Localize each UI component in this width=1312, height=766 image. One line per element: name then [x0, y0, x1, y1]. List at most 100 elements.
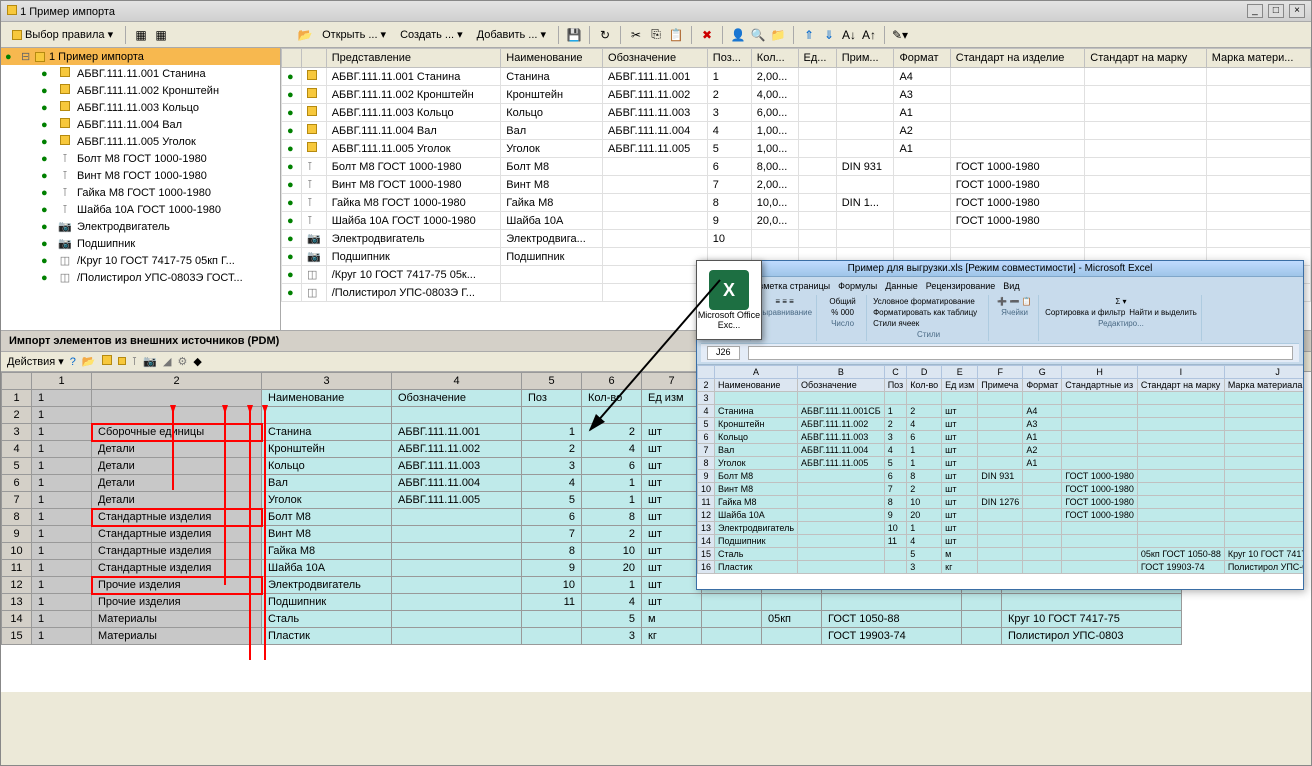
plus-icon[interactable]: ● — [41, 204, 53, 216]
add-button[interactable]: Добавить ... ▾ — [472, 25, 551, 44]
excel-row[interactable]: 16Пластик3кгГОСТ 19903-74Полистирол УПС-… — [698, 561, 1304, 574]
plus-icon[interactable]: ● — [41, 136, 53, 148]
ribbon-tab[interactable]: Рецензирование — [926, 281, 996, 291]
excel-col[interactable]: J — [1224, 366, 1303, 379]
save-icon[interactable]: 💾 — [566, 27, 582, 43]
tree-item[interactable]: ● 📷 Электродвигатель — [1, 218, 280, 235]
row-num[interactable]: 2 — [2, 407, 32, 424]
table-row[interactable]: ● ⊺ Болт М8 ГОСТ 1000-1980Болт М868,00..… — [282, 158, 1311, 176]
column-header[interactable]: Стандарт на марку — [1085, 49, 1207, 68]
gear-icon[interactable]: ⚙ — [178, 355, 188, 368]
col-header[interactable]: 1 — [32, 373, 92, 390]
tbicon-2[interactable]: ▦ — [153, 27, 169, 43]
folder-icon[interactable]: 📂 — [297, 27, 313, 43]
tree-root[interactable]: ● ⊟ 1 Пример импорта — [1, 48, 280, 65]
yellow-group-icon[interactable] — [102, 355, 112, 368]
column-header[interactable]: Формат — [894, 49, 950, 68]
plus-icon[interactable]: ● — [41, 170, 53, 182]
table-row[interactable]: ● АБВГ.111.11.002 КронштейнКронштейнАБВГ… — [282, 86, 1311, 104]
plus-icon[interactable]: ● — [41, 119, 53, 131]
table-row[interactable]: ● АБВГ.111.11.003 КольцоКольцоАБВГ.111.1… — [282, 104, 1311, 122]
excel-col[interactable]: I — [1137, 366, 1224, 379]
copy-icon[interactable]: ⎘ — [648, 27, 664, 43]
column-header[interactable]: Прим... — [836, 49, 894, 68]
tree-item[interactable]: ● ◫ /Полистирол УПС-0803Э ГОСТ... — [1, 269, 280, 286]
row-num[interactable]: 10 — [2, 543, 32, 560]
ribbon-styles[interactable]: Условное форматированиеФорматировать как… — [869, 295, 989, 341]
diamond-icon[interactable]: ◆ — [193, 355, 201, 368]
excel-row[interactable]: 11Гайка М8810штDIN 1276ГОСТ 1000-1980 — [698, 496, 1304, 509]
tree-item[interactable]: ● АБВГ.111.11.004 Вал — [1, 116, 280, 133]
excel-row[interactable]: 15Сталь5м05кп ГОСТ 1050-88Круг 10 ГОСТ 7… — [698, 548, 1304, 561]
tbicon-1[interactable]: ▦ — [133, 27, 149, 43]
close-button[interactable]: × — [1289, 4, 1305, 18]
excel-col[interactable]: G — [1023, 366, 1062, 379]
help-icon[interactable]: ? — [70, 356, 76, 368]
row-num[interactable]: 9 — [2, 526, 32, 543]
ribbon-tab[interactable]: Формулы — [838, 281, 877, 291]
excel-col[interactable]: B — [798, 366, 885, 379]
column-header[interactable]: Поз... — [707, 49, 751, 68]
up-icon[interactable]: ⇑ — [801, 27, 817, 43]
column-header[interactable]: Ед... — [798, 49, 836, 68]
row-num[interactable]: 8 — [2, 509, 32, 526]
tree-item[interactable]: ● ⊺ Винт М8 ГОСТ 1000-1980 — [1, 167, 280, 184]
search-icon[interactable]: 🔍 — [750, 27, 766, 43]
plus-icon[interactable]: ● — [41, 238, 53, 250]
plus-icon[interactable]: ● — [41, 221, 53, 233]
row-num[interactable]: 3 — [2, 424, 32, 441]
excel-row[interactable]: 4СтанинаАБВГ.111.11.001СБ12штА4 — [698, 405, 1304, 418]
row-num[interactable]: 5 — [2, 458, 32, 475]
excel-col[interactable]: E — [942, 366, 978, 379]
table-row[interactable]: ● ⊺ Гайка М8 ГОСТ 1000-1980Гайка М8810,0… — [282, 194, 1311, 212]
paste-icon[interactable]: 📋 — [668, 27, 684, 43]
plus-icon[interactable]: ● — [41, 272, 53, 284]
excel-row[interactable]: 13Электродвигатель101шт — [698, 522, 1304, 535]
ribbon-number[interactable]: Общий% 000Число — [819, 295, 867, 341]
col-header[interactable]: 2 — [92, 373, 262, 390]
excel-row[interactable]: 9Болт М868штDIN 931ГОСТ 1000-1980 — [698, 470, 1304, 483]
formula-bar[interactable] — [748, 346, 1293, 360]
table-row[interactable]: ● 📷 ЭлектродвигательЭлектродвига...10 — [282, 230, 1311, 248]
column-header[interactable]: Представление — [326, 49, 501, 68]
table-row[interactable]: ● ⊺ Шайба 10А ГОСТ 1000-1980Шайба 10А920… — [282, 212, 1311, 230]
tree-item[interactable]: ● ⊺ Шайба 10А ГОСТ 1000-1980 — [1, 201, 280, 218]
ribbon-align[interactable]: ≡ ≡ ≡Выравнивание — [753, 295, 817, 341]
plus-icon[interactable]: ● — [41, 255, 53, 267]
col-header[interactable]: 4 — [392, 373, 522, 390]
excel-col[interactable]: D — [907, 366, 942, 379]
ribbon-tab[interactable]: Вид — [1003, 281, 1019, 291]
plus-icon[interactable]: ● — [5, 51, 17, 63]
tree-item[interactable]: ● 📷 Подшипник — [1, 235, 280, 252]
open-button[interactable]: Открыть ... ▾ — [317, 25, 391, 44]
actions-button[interactable]: Действия ▾ — [7, 355, 64, 368]
row-num[interactable]: 13 — [2, 594, 32, 611]
plus-icon[interactable]: ● — [41, 187, 53, 199]
excel-col[interactable] — [698, 366, 715, 379]
table-row[interactable]: ● АБВГ.111.11.005 УголокУголокАБВГ.111.1… — [282, 140, 1311, 158]
row-num[interactable]: 15 — [2, 628, 32, 645]
name-box[interactable]: J26 — [707, 346, 740, 360]
column-header[interactable]: Наименование — [501, 49, 603, 68]
excel-row[interactable]: 8УголокАБВГ.111.11.00551штА1 — [698, 457, 1304, 470]
create-button[interactable]: Создать ... ▾ — [395, 25, 468, 44]
col-header[interactable]: 7 — [642, 373, 702, 390]
tree-item[interactable]: ● АБВГ.111.11.002 Кронштейн — [1, 82, 280, 99]
sort-za-icon[interactable]: A↑ — [861, 27, 877, 43]
excel-thumbnail[interactable]: X Microsoft Office Exc... — [696, 260, 762, 340]
row-num[interactable]: 6 — [2, 475, 32, 492]
tree-item[interactable]: ● АБВГ.111.11.003 Кольцо — [1, 99, 280, 116]
delete-icon[interactable]: ✖ — [699, 27, 715, 43]
bolt-icon[interactable]: ⊺ — [132, 355, 138, 368]
col-header[interactable]: 3 — [262, 373, 392, 390]
hat-icon[interactable]: ◢ — [163, 355, 171, 368]
minimize-button[interactable]: _ — [1247, 4, 1263, 18]
col-header[interactable]: 6 — [582, 373, 642, 390]
plus-icon[interactable]: ● — [41, 85, 53, 97]
plus-icon[interactable]: ● — [41, 68, 53, 80]
cut-icon[interactable]: ✂ — [628, 27, 644, 43]
tree-item[interactable]: ● ⊺ Гайка М8 ГОСТ 1000-1980 — [1, 184, 280, 201]
down-icon[interactable]: ⇓ — [821, 27, 837, 43]
excel-col[interactable]: H — [1062, 366, 1138, 379]
excel-row[interactable]: 14Подшипник114шт — [698, 535, 1304, 548]
